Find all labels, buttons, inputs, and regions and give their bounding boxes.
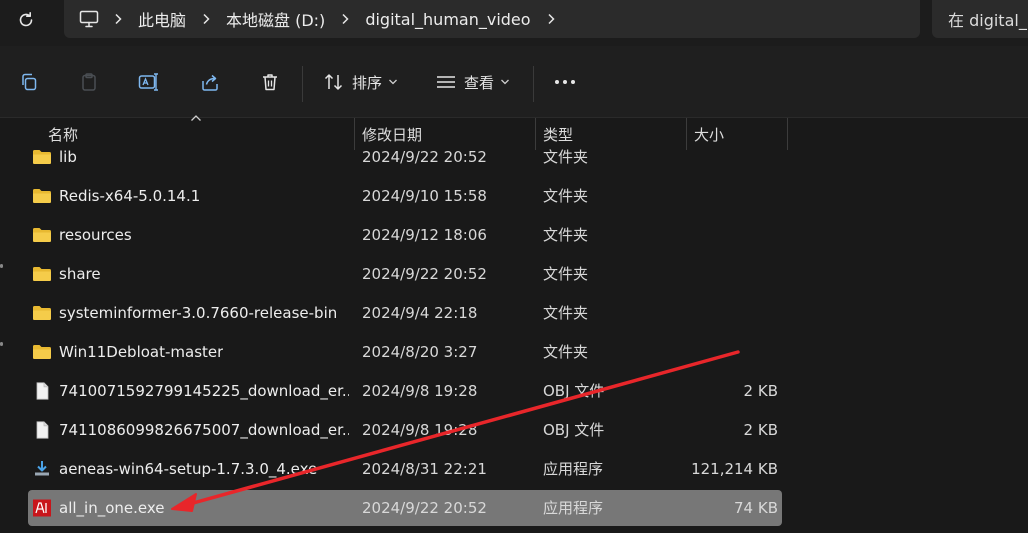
- folder-icon: [33, 267, 51, 281]
- document-icon: [36, 421, 49, 439]
- sort-icon: [324, 74, 343, 90]
- chevron-right-icon: [548, 13, 555, 25]
- breadcrumb-folder[interactable]: digital_human_video: [359, 0, 536, 38]
- file-type: 文件夹: [543, 265, 589, 283]
- copy-icon: [22, 73, 37, 91]
- sort-label: 排序: [352, 73, 383, 92]
- view-button[interactable]: 查看: [430, 66, 520, 98]
- file-date: 2024/9/22 20:52: [362, 499, 487, 517]
- sort-ascending-icon: [191, 115, 201, 121]
- file-row[interactable]: resources 2024/9/12 18:06 文件夹: [28, 217, 782, 253]
- more-options-button[interactable]: [548, 66, 582, 98]
- file-row[interactable]: aeneas-win64-setup-1.7.3.0_4.exe 2024/8/…: [28, 451, 782, 487]
- more-dots-icon: [555, 80, 575, 84]
- chevron-right-icon: [203, 13, 210, 25]
- nav-pane-marker: [0, 264, 3, 268]
- address-bar-row: 此电脑 本地磁盘 (D:) digital_human_video 在 digi…: [0, 0, 1028, 46]
- file-name: resources: [59, 226, 132, 244]
- file-date: 2024/8/31 22:21: [362, 460, 487, 478]
- file-list: lib 2024/9/22 20:52 文件夹 Redis-x64-5.0.14…: [0, 138, 1028, 533]
- file-type: 应用程序: [543, 460, 604, 478]
- folder-icon: [33, 306, 51, 320]
- file-size: 121,214 KB: [691, 460, 778, 478]
- breadcrumb-chevron[interactable]: [331, 0, 359, 38]
- folder-icon: [33, 228, 51, 242]
- chevron-right-icon: [342, 13, 349, 25]
- file-size: 2 KB: [743, 382, 778, 400]
- file-date: 2024/9/4 22:18: [362, 304, 478, 322]
- folder-icon: [33, 150, 51, 164]
- file-row[interactable]: lib 2024/9/22 20:52 文件夹: [28, 139, 782, 175]
- chevron-down-icon: [389, 79, 397, 85]
- toolbar-divider: [533, 66, 534, 102]
- file-row[interactable]: 7411086099826675007_download_er... 2024/…: [28, 412, 782, 448]
- this-pc-crumb[interactable]: [74, 0, 104, 38]
- file-type: 文件夹: [543, 187, 589, 205]
- nav-pane-marker: [0, 342, 3, 346]
- delete-button[interactable]: [255, 66, 285, 98]
- file-date: 2024/8/20 3:27: [362, 343, 478, 361]
- installer-icon: [35, 461, 49, 476]
- file-type: OBJ 文件: [543, 421, 605, 439]
- file-date: 2024/9/22 20:52: [362, 265, 487, 283]
- file-name: all_in_one.exe: [59, 499, 165, 517]
- chevron-down-icon: [501, 79, 509, 85]
- chevron-right-icon: [115, 13, 122, 25]
- file-name: lib: [59, 148, 77, 166]
- file-type: 文件夹: [543, 148, 589, 166]
- file-type: OBJ 文件: [543, 382, 605, 400]
- sort-button[interactable]: 排序: [318, 66, 408, 98]
- file-name: share: [59, 265, 101, 283]
- file-date: 2024/9/8 19:28: [362, 382, 478, 400]
- file-name: systeminformer-3.0.7660-release-bin: [59, 304, 338, 322]
- breadcrumb-chevron[interactable]: [192, 0, 220, 38]
- file-name: 7411086099826675007_download_er...: [59, 421, 349, 439]
- file-name: Redis-x64-5.0.14.1: [59, 187, 201, 205]
- file-date: 2024/9/10 15:58: [362, 187, 487, 205]
- file-size: 2 KB: [743, 421, 778, 439]
- file-row-selected[interactable]: all_in_one.exe 2024/9/22 20:52 应用程序 74 K…: [28, 490, 782, 526]
- file-type: 文件夹: [543, 304, 589, 322]
- file-row[interactable]: 7410071592799145225_download_er... 2024/…: [28, 373, 782, 409]
- file-type: 应用程序: [543, 499, 604, 517]
- file-name: aeneas-win64-setup-1.7.3.0_4.exe: [59, 460, 318, 478]
- file-row[interactable]: Redis-x64-5.0.14.1 2024/9/10 15:58 文件夹: [28, 178, 782, 214]
- address-box[interactable]: 此电脑 本地磁盘 (D:) digital_human_video: [64, 0, 920, 38]
- file-type: 文件夹: [543, 226, 589, 244]
- paste-button[interactable]: [74, 66, 104, 98]
- file-size: 74 KB: [734, 499, 778, 517]
- document-icon: [36, 382, 49, 400]
- rename-button[interactable]: [134, 66, 164, 98]
- file-date: 2024/9/8 19:28: [362, 421, 478, 439]
- app-exe-icon: [33, 499, 51, 517]
- rename-icon: [138, 73, 158, 91]
- refresh-icon: [19, 12, 33, 27]
- share-button[interactable]: [195, 66, 225, 98]
- breadcrumb-chevron[interactable]: [537, 0, 565, 38]
- copy-button[interactable]: [14, 66, 44, 98]
- breadcrumb-drive-d[interactable]: 本地磁盘 (D:): [220, 0, 331, 38]
- view-label: 查看: [464, 73, 495, 92]
- file-row[interactable]: systeminformer-3.0.7660-release-bin 2024…: [28, 295, 782, 331]
- clipboard-icon: [82, 73, 96, 91]
- search-input[interactable]: 在 digital_: [932, 0, 1028, 38]
- view-list-icon: [437, 76, 455, 88]
- file-row[interactable]: Win11Debloat-master 2024/8/20 3:27 文件夹: [28, 334, 782, 370]
- share-icon: [202, 74, 218, 91]
- breadcrumb-this-pc[interactable]: 此电脑: [132, 0, 192, 38]
- toolbar-divider: [302, 66, 303, 102]
- monitor-icon: [79, 10, 99, 28]
- trash-icon: [263, 74, 277, 91]
- file-date: 2024/9/22 20:52: [362, 148, 487, 166]
- folder-icon: [33, 345, 51, 359]
- file-type: 文件夹: [543, 343, 589, 361]
- file-name: 7410071592799145225_download_er...: [59, 382, 349, 400]
- refresh-button[interactable]: [8, 4, 44, 36]
- file-row[interactable]: share 2024/9/22 20:52 文件夹: [28, 256, 782, 292]
- file-date: 2024/9/12 18:06: [362, 226, 487, 244]
- file-name: Win11Debloat-master: [59, 343, 224, 361]
- folder-icon: [33, 189, 51, 203]
- breadcrumb-chevron[interactable]: [104, 0, 132, 38]
- command-bar: 排序 查看: [0, 46, 1028, 118]
